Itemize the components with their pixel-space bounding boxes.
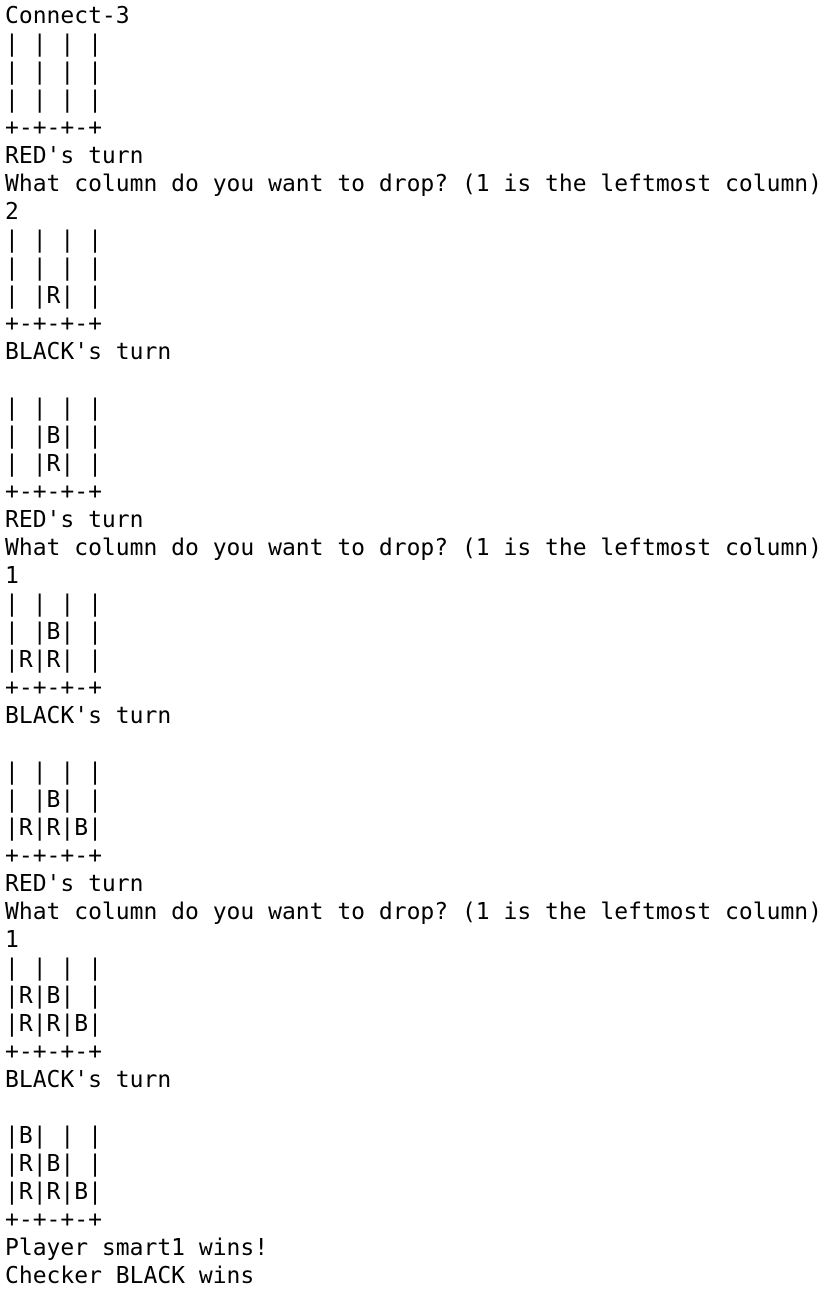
- turn-indicator: RED's turn: [5, 507, 144, 533]
- column-prompt: What column do you want to drop? (1 is t…: [5, 535, 822, 561]
- board-row: |R|R|B|: [5, 1011, 102, 1037]
- turn-indicator: BLACK's turn: [5, 339, 172, 365]
- board-border: +-+-+-+: [5, 675, 102, 701]
- column-prompt: What column do you want to drop? (1 is t…: [5, 171, 822, 197]
- board-row: |R|R| |: [5, 647, 102, 673]
- board-row: | | | |: [5, 591, 102, 617]
- board-row: |B| | |: [5, 1123, 102, 1149]
- terminal-line: Connect-3: [5, 3, 130, 29]
- board-row: |R|R|B|: [5, 1179, 102, 1205]
- board-row: |R|B| |: [5, 983, 102, 1009]
- winner-player-message: Player smart1 wins!: [5, 1235, 269, 1261]
- board-row: | |R| |: [5, 283, 102, 309]
- board-row: | | | |: [5, 227, 102, 253]
- board-row: |R|R|B|: [5, 815, 102, 841]
- board-row: | |B| |: [5, 619, 102, 645]
- board-row: | |R| |: [5, 451, 102, 477]
- turn-indicator: BLACK's turn: [5, 1067, 172, 1093]
- board-row: | | | |: [5, 59, 102, 85]
- board-row: | | | |: [5, 255, 102, 281]
- board-row: | | | |: [5, 87, 102, 113]
- board-border: +-+-+-+: [5, 843, 102, 869]
- winner-checker-message: Checker BLACK wins: [5, 1263, 255, 1289]
- board-border: +-+-+-+: [5, 311, 102, 337]
- column-prompt: What column do you want to drop? (1 is t…: [5, 899, 822, 925]
- board-border: +-+-+-+: [5, 479, 102, 505]
- board-row: | | | |: [5, 759, 102, 785]
- user-input: 2: [5, 199, 19, 225]
- board-row: | |B| |: [5, 787, 102, 813]
- board-border: +-+-+-+: [5, 1039, 102, 1065]
- turn-indicator: RED's turn: [5, 871, 144, 897]
- user-input: 1: [5, 927, 19, 953]
- board-row: | |B| |: [5, 423, 102, 449]
- board-border: +-+-+-+: [5, 115, 102, 141]
- board-row: | | | |: [5, 395, 102, 421]
- user-input: 1: [5, 563, 19, 589]
- board-border: +-+-+-+: [5, 1207, 102, 1233]
- board-row: | | | |: [5, 955, 102, 981]
- board-row: |R|B| |: [5, 1151, 102, 1177]
- turn-indicator: BLACK's turn: [5, 703, 172, 729]
- turn-indicator: RED's turn: [5, 143, 144, 169]
- terminal-output: Connect-3 | | | | | | | | | | | | +-+-+-…: [0, 0, 838, 1290]
- board-row: | | | |: [5, 31, 102, 57]
